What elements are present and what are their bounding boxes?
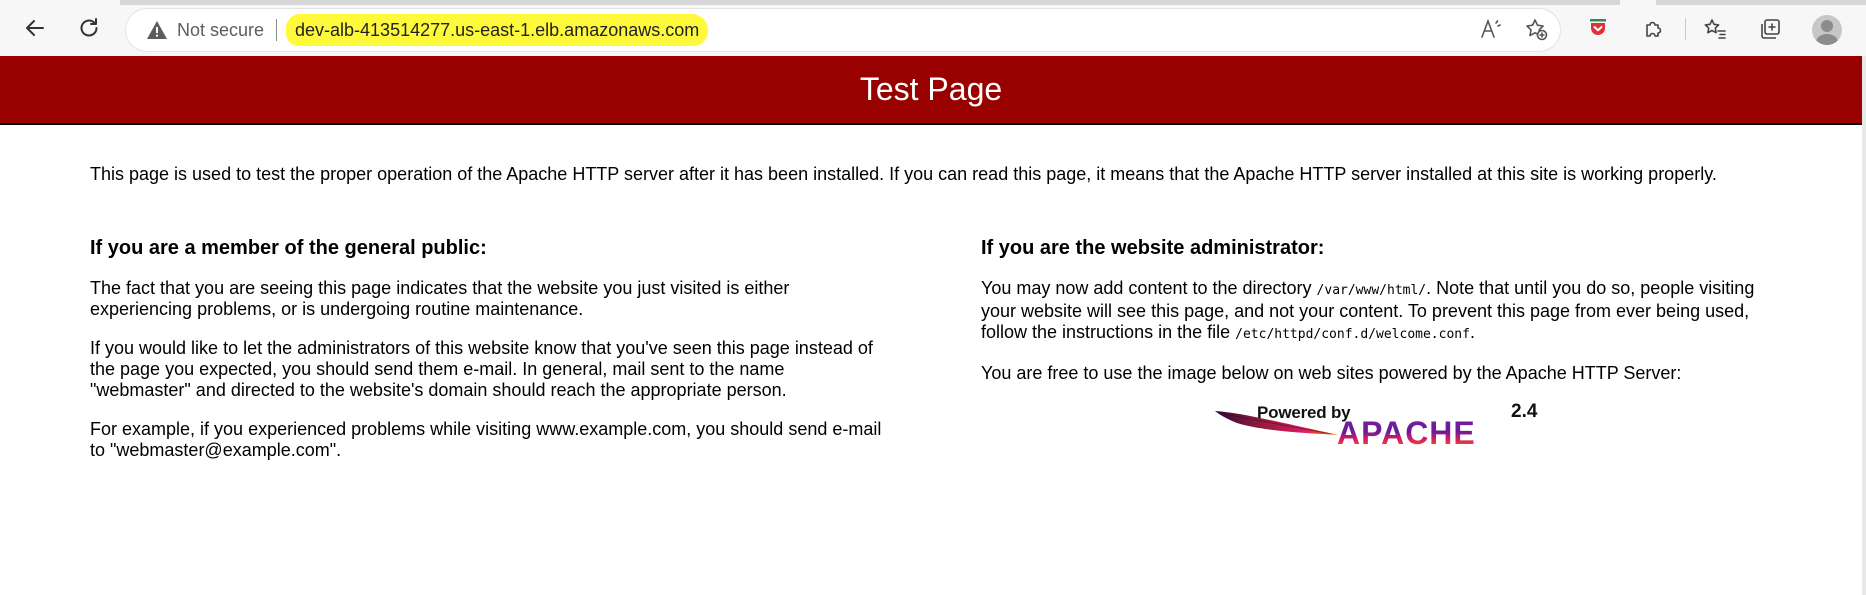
favorites-button[interactable] [1702, 16, 1728, 42]
read-aloud-button[interactable] [1478, 16, 1504, 42]
html-directory-path: /var/www/html/ [1316, 283, 1427, 298]
collections-button[interactable] [1757, 16, 1783, 42]
add-favorite-button[interactable] [1523, 16, 1549, 42]
powered-by-apache-badge: Powered by 2.4 APACHE [1213, 401, 1543, 451]
back-button[interactable] [20, 13, 50, 43]
page-title: Test Page [859, 71, 1003, 107]
admin-paragraph-1: You may now add content to the directory… [981, 278, 1781, 345]
toolbar-divider [1685, 18, 1686, 40]
back-arrow-icon [26, 20, 44, 36]
favorites-icon [1704, 19, 1726, 39]
page-scrollbar[interactable] [1862, 56, 1866, 595]
intro-paragraph: This page is used to test the proper ope… [90, 164, 1717, 184]
web-page: Test Page This page is used to test the … [0, 56, 1866, 595]
welcome-conf-path: /etc/httpd/conf.d/welcome.conf [1235, 327, 1470, 342]
collections-icon [1761, 19, 1780, 39]
public-paragraph-2: If you would like to let the administrat… [90, 338, 873, 400]
extension-pocket-icon [1590, 19, 1606, 35]
admin-paragraph-2: You are free to use the image below on w… [981, 363, 1682, 383]
admin-heading: If you are the website administrator: [981, 237, 1325, 259]
security-status[interactable]: Not secure [177, 19, 264, 41]
public-paragraph-3: For example, if you experienced problems… [90, 419, 882, 460]
extensions-button[interactable] [1641, 16, 1667, 42]
public-paragraph-1: The fact that you are seeing this page i… [90, 278, 790, 319]
admin-section: If you are the website administrator: Yo… [981, 236, 1781, 402]
admin-text: . [1469, 322, 1475, 342]
url-text[interactable]: dev-alb-413514277.us-east-1.elb.amazonaw… [286, 14, 709, 46]
refresh-icon [80, 18, 98, 37]
public-heading: If you are a member of the general publi… [90, 237, 487, 259]
page-header-bar: Test Page [0, 56, 1862, 125]
warning-triangle-icon[interactable] [146, 20, 168, 40]
avatar-body [1816, 34, 1838, 45]
tab-strip-edge [120, 0, 1620, 5]
profile-avatar-icon[interactable] [1812, 15, 1842, 45]
avatar-head [1821, 20, 1833, 32]
admin-text: You may now add content to the directory [981, 278, 1317, 298]
tab-strip-edge [1656, 0, 1866, 5]
apache-wordmark: APACHE [1337, 415, 1476, 451]
add-favorite-icon [1526, 19, 1548, 41]
pocket-extension-button[interactable] [1585, 16, 1611, 42]
address-separator [276, 19, 277, 41]
apache-version: 2.4 [1511, 401, 1538, 422]
refresh-button[interactable] [74, 13, 104, 43]
read-aloud-icon [1481, 18, 1501, 38]
extensions-puzzle-icon [1646, 21, 1662, 37]
public-section: If you are a member of the general publi… [90, 236, 890, 479]
browser-chrome: Not secure dev-alb-413514277.us-east-1.e… [0, 0, 1866, 56]
